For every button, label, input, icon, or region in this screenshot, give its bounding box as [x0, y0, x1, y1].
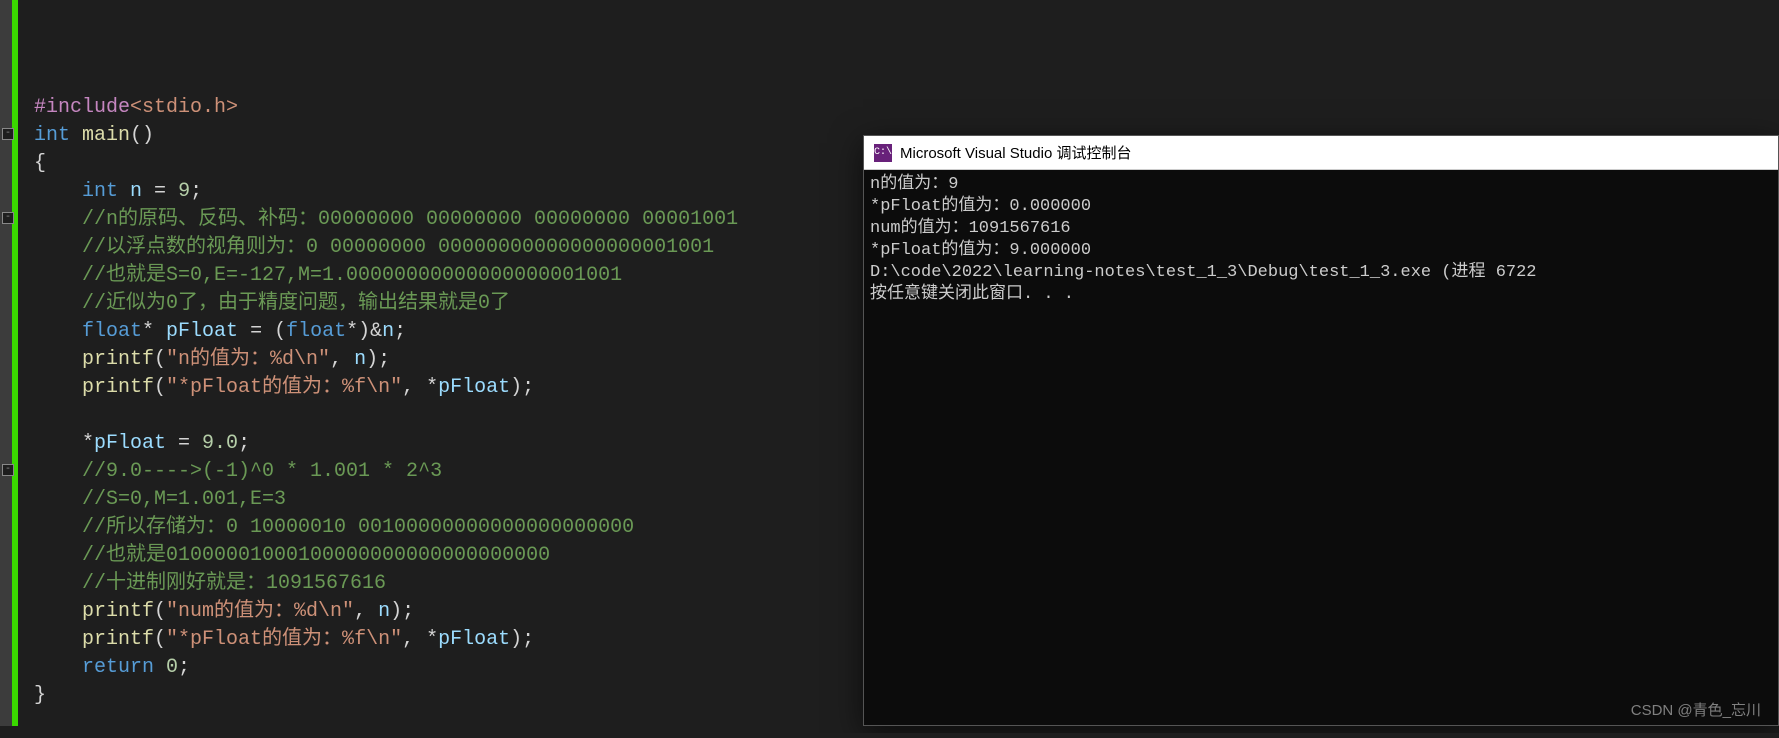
console-line: *pFloat的值为：0.000000	[870, 196, 1772, 218]
console-title: Microsoft Visual Studio 调试控制台	[900, 142, 1131, 163]
code-token: 0	[166, 656, 178, 679]
code-token: {	[34, 152, 46, 175]
code-token	[34, 600, 82, 623]
console-output: n的值为：9*pFloat的值为：0.000000num的值为：10915676…	[864, 170, 1778, 310]
code-token: //十进制刚好就是：1091567616	[34, 572, 386, 595]
code-token: );	[510, 628, 534, 651]
code-token: =	[142, 180, 178, 203]
code-token	[34, 320, 82, 343]
code-token: //也就是S=0,E=-127,M=1.00000000000000000001…	[34, 264, 622, 287]
code-line[interactable]: #include<stdio.h>	[18, 94, 1779, 122]
code-token: n	[378, 600, 390, 623]
code-token: "num的值为：%d\n"	[166, 600, 354, 623]
console-line: *pFloat的值为：9.000000	[870, 240, 1772, 262]
code-token: int	[34, 124, 82, 147]
debug-console-window[interactable]: C:\ Microsoft Visual Studio 调试控制台 n的值为：9…	[863, 135, 1779, 726]
code-token: #include	[34, 96, 130, 119]
fold-toggle-icon[interactable]: -	[2, 212, 14, 224]
code-token: //S=0,M=1.001,E=3	[34, 488, 286, 511]
code-token: *)&	[346, 320, 382, 343]
console-line: n的值为：9	[870, 174, 1772, 196]
code-token: ,	[330, 348, 354, 371]
vs-icon: C:\	[874, 144, 892, 162]
code-token: 9	[178, 180, 190, 203]
code-token: (	[154, 600, 166, 623]
code-token	[34, 348, 82, 371]
editor-gutter	[0, 0, 12, 726]
code-token: = (	[238, 320, 286, 343]
code-token: //n的原码、反码、补码：00000000 00000000 00000000 …	[34, 208, 738, 231]
code-token: pFloat	[166, 320, 238, 343]
code-token: pFloat	[438, 628, 510, 651]
code-token: printf	[82, 348, 154, 371]
code-token: }	[34, 684, 46, 707]
code-token: float	[82, 320, 142, 343]
code-token: pFloat	[94, 432, 166, 455]
console-line: D:\code\2022\learning-notes\test_1_3\Deb…	[870, 262, 1772, 284]
code-token: "*pFloat的值为：%f\n"	[166, 376, 402, 399]
code-token: printf	[82, 600, 154, 623]
code-token: //近似为0了，由于精度问题，输出结果就是0了	[34, 292, 510, 315]
code-token	[34, 628, 82, 651]
code-token: *	[34, 432, 94, 455]
watermark: CSDN @青色_忘川	[1631, 699, 1761, 720]
code-token: );	[510, 376, 534, 399]
code-token: ;	[238, 432, 250, 455]
code-token: main	[82, 124, 130, 147]
code-token: ()	[130, 124, 154, 147]
code-token: 9.0	[202, 432, 238, 455]
code-token: (	[154, 376, 166, 399]
fold-toggle-icon[interactable]: -	[2, 128, 14, 140]
console-line: num的值为：1091567616	[870, 218, 1772, 240]
code-token: =	[166, 432, 202, 455]
console-line: 按任意键关闭此窗口. . .	[870, 284, 1772, 306]
code-token: //也就是01000001000100000000000000000000	[34, 544, 550, 567]
code-token: <stdio.h>	[130, 96, 238, 119]
code-token: , *	[402, 376, 438, 399]
code-token: //所以存储为：0 10000010 001000000000000000000…	[34, 516, 634, 539]
code-token: printf	[82, 628, 154, 651]
code-token: "n的值为：%d\n"	[166, 348, 330, 371]
code-token: (	[154, 628, 166, 651]
console-titlebar[interactable]: C:\ Microsoft Visual Studio 调试控制台	[864, 136, 1778, 170]
code-token: );	[390, 600, 414, 623]
code-token: (	[154, 348, 166, 371]
code-token: ;	[178, 656, 190, 679]
code-token	[34, 656, 82, 679]
code-token	[34, 180, 82, 203]
code-token: n	[382, 320, 394, 343]
code-token: *	[142, 320, 166, 343]
code-token: pFloat	[438, 376, 510, 399]
code-token: printf	[82, 376, 154, 399]
code-token: "*pFloat的值为：%f\n"	[166, 628, 402, 651]
code-token: //以浮点数的视角则为：0 00000000 00000000000000000…	[34, 236, 714, 259]
code-token: );	[366, 348, 390, 371]
code-token: //9.0---->(-1)^0 * 1.001 * 2^3	[34, 460, 442, 483]
code-token: n	[354, 348, 366, 371]
code-token: ;	[394, 320, 406, 343]
fold-toggle-icon[interactable]: -	[2, 464, 14, 476]
code-token: , *	[402, 628, 438, 651]
code-token: ,	[354, 600, 378, 623]
code-token: ;	[190, 180, 202, 203]
code-token: return	[82, 656, 166, 679]
code-token: int	[82, 180, 130, 203]
code-token: n	[130, 180, 142, 203]
code-token	[34, 376, 82, 399]
code-token: float	[286, 320, 346, 343]
